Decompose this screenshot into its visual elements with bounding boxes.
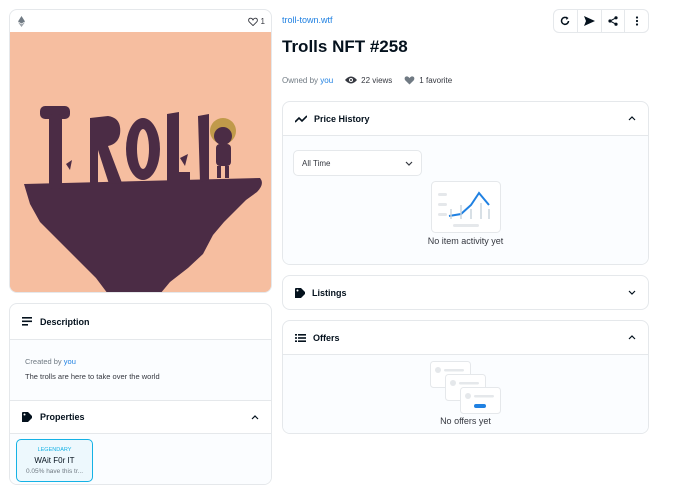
properties-header[interactable]: Properties [10,400,271,434]
owner-row: Owned by you 22 views 1 favorite [282,74,452,86]
trending-icon [295,114,307,123]
price-history-header[interactable]: Price History [283,102,648,135]
favorites-count: 1 favorite [419,75,453,85]
views-count: 22 views [361,75,393,85]
listings-heading: Listings [312,287,347,298]
properties-heading: Properties [40,412,85,422]
media-header: 1 [10,10,271,32]
listings-panel: Listings [282,275,649,310]
send-icon [583,16,595,26]
description-heading: Description [40,316,90,327]
collection-link[interactable]: troll-town.wtf [282,15,333,25]
refresh-button[interactable] [554,10,578,32]
ethereum-icon [16,15,26,27]
empty-offers-illustration [430,361,501,414]
price-history-body: All Time No item activity yet [283,135,648,264]
favorite-count: 1 [260,16,265,26]
nft-title: Trolls NFT #258 [282,37,408,56]
heart-outline-icon [247,17,258,26]
description-card: Description Created by you The trolls ar… [9,303,272,485]
description-lines-icon [22,317,32,326]
offers-list-icon [295,333,306,342]
offers-body: No offers yet [283,354,648,433]
favorites-stat: 1 favorite [404,75,452,85]
description-body: Created by you The trolls are here to ta… [10,340,271,400]
owner-link[interactable]: you [320,76,333,85]
more-options-button[interactable] [625,10,648,32]
chevron-up-icon [251,414,259,419]
description-text: The trolls are here to take over the wor… [25,372,160,381]
time-range-value: All Time [302,158,331,168]
tag-icon [22,412,32,422]
offers-panel: Offers No offers yet [282,320,649,434]
eye-icon [345,76,358,84]
price-history-empty-text: No item activity yet [427,236,504,246]
property-type: LEGENDARY [37,446,72,453]
chevron-down-icon [405,161,413,166]
price-history-heading: Price History [314,113,370,124]
created-by-prefix: Created by [25,357,62,366]
empty-chart-illustration [431,181,501,233]
tag-icon [295,287,305,298]
more-vertical-icon [635,16,638,26]
transfer-button[interactable] [578,10,602,32]
property-rarity: 0.05% have this tr... [25,467,84,475]
price-history-panel: Price History All Time No item activity … [282,101,649,265]
favorite-toggle[interactable]: 1 [247,16,265,26]
property-chip[interactable]: LEGENDARY WAit F0r IT 0.05% have this tr… [16,439,93,482]
owned-by-prefix: Owned by [282,75,319,85]
heart-filled-icon [404,76,415,85]
share-icon [608,16,618,26]
views-stat: 22 views [345,76,392,85]
offers-header[interactable]: Offers [283,321,648,354]
property-value: WAit F0r IT [34,455,75,465]
listings-header[interactable]: Listings [283,276,648,309]
chevron-down-icon [628,290,636,295]
description-header[interactable]: Description [10,304,271,340]
offers-heading: Offers [313,332,340,343]
created-by-line: Created by you [25,357,256,366]
media-card: 1 [9,9,272,293]
creator-link[interactable]: you [64,357,76,366]
properties-body: LEGENDARY WAit F0r IT 0.05% have this tr… [10,434,271,484]
chevron-up-icon [628,116,636,121]
share-button[interactable] [602,10,626,32]
offers-empty-text: No offers yet [440,416,491,426]
chevron-up-icon [628,335,636,340]
refresh-icon [561,16,570,26]
action-toolbar [553,9,649,33]
nft-image[interactable] [10,32,271,292]
time-range-select[interactable]: All Time [293,150,422,176]
